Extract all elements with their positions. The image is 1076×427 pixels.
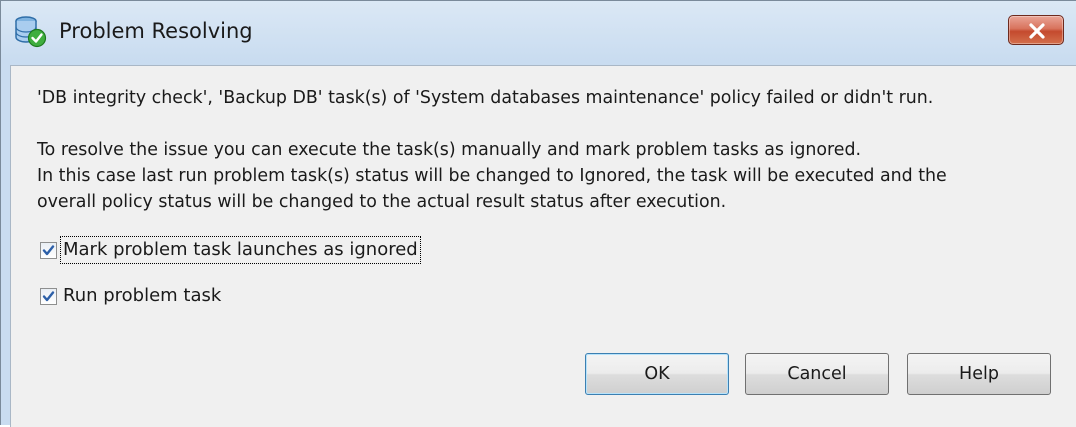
help-button[interactable]: Help [907,353,1051,395]
check-icon [42,245,55,256]
ok-button[interactable]: OK [585,353,729,395]
check-icon [42,291,55,302]
cancel-button[interactable]: Cancel [745,353,889,395]
title-bar[interactable]: Problem Resolving [1,1,1076,65]
failure-message: 'DB integrity check', 'Backup DB' task(s… [37,88,934,108]
instructions-line-2: In this case last run problem task(s) st… [37,166,947,186]
instructions-line-1: To resolve the issue you can execute the… [37,140,862,160]
run-task-label[interactable]: Run problem task [61,283,223,309]
close-button[interactable] [1008,15,1064,45]
dialog-body: 'DB integrity check', 'Backup DB' task(s… [10,65,1076,427]
mark-ignored-label[interactable]: Mark problem task launches as ignored [60,236,421,264]
database-check-icon [13,14,47,48]
dialog-window: Problem Resolving 'DB integrity check', … [0,0,1076,427]
instructions-line-3: overall policy status will be changed to… [37,192,727,212]
run-task-checkbox[interactable] [40,288,57,305]
dialog-title: Problem Resolving [59,19,253,43]
mark-ignored-checkbox[interactable] [40,242,57,259]
